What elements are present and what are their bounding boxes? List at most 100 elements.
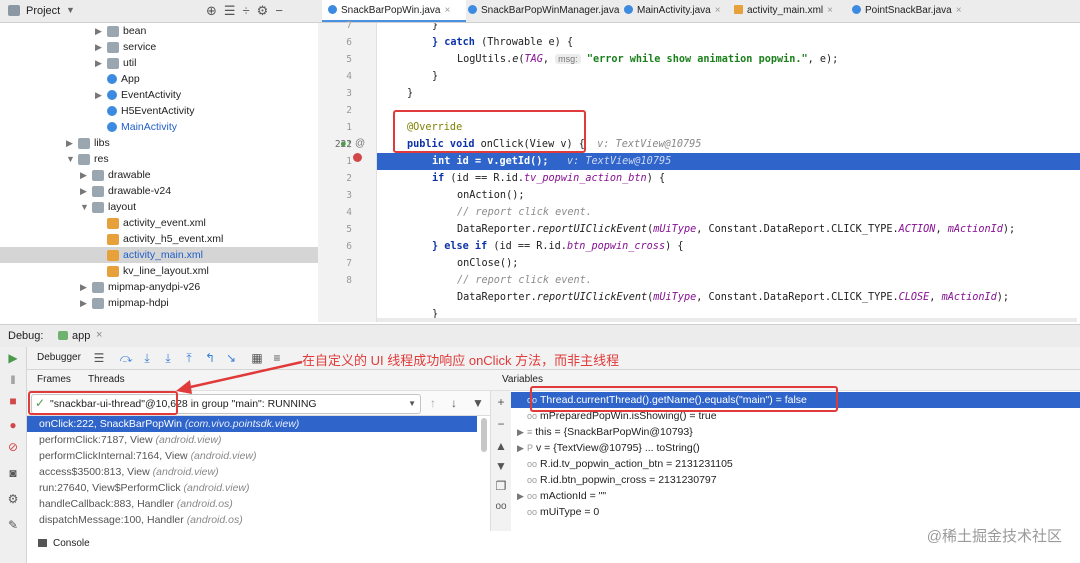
pin-icon[interactable]: ✎: [7, 519, 19, 531]
tree-item[interactable]: ▶ bean: [95, 23, 146, 39]
tree-item-label: activity_event.xml: [123, 217, 206, 229]
variable-row[interactable]: oo R.id.btn_popwin_cross = 2131230797: [511, 472, 1080, 488]
variable-text: mActionId = "": [540, 490, 607, 502]
project-panel-title[interactable]: Project: [26, 5, 60, 17]
debugger-tab[interactable]: Debugger: [37, 352, 81, 363]
move-up-icon[interactable]: ▲: [495, 439, 507, 453]
close-icon[interactable]: ×: [956, 5, 962, 16]
variable-row[interactable]: oo mUiType = 0: [511, 504, 1080, 520]
settings-icon[interactable]: ⚙: [7, 493, 19, 505]
console-tab[interactable]: Console: [53, 538, 90, 549]
close-icon[interactable]: ×: [96, 329, 102, 341]
annotation-note: 在自定义的 UI 线程成功响应 onClick 方法，而非主线程: [302, 353, 620, 368]
editor-tab[interactable]: MainActivity.java ×: [618, 0, 732, 22]
resume-icon[interactable]: ▶: [7, 352, 19, 364]
chevron-down-icon[interactable]: ▼: [80, 199, 92, 215]
tree-item-label: mipmap-anydpi-v26: [108, 281, 201, 293]
tree-item[interactable]: activity_main.xml: [0, 247, 318, 263]
tree-item[interactable]: MainActivity: [95, 119, 177, 135]
editor-tab[interactable]: PointSnackBar.java ×: [846, 0, 976, 22]
add-watch-icon[interactable]: +: [495, 395, 507, 409]
chevron-down-icon[interactable]: ▼: [408, 399, 416, 408]
menu-icon[interactable]: ☰: [92, 351, 106, 365]
variable-row[interactable]: ▶ Pv = {TextView@10795} ... toString(): [511, 440, 1080, 456]
chevron-right-icon[interactable]: ▶: [66, 135, 78, 151]
close-icon[interactable]: ×: [827, 5, 833, 16]
tree-item[interactable]: ▶ drawable: [80, 167, 151, 183]
tree-item[interactable]: App: [95, 71, 140, 87]
editor-tab-label: SnackBarPopWin.java: [341, 5, 441, 16]
stack-frame[interactable]: handleCallback:883, Handler (android.os): [27, 496, 477, 512]
stop-icon[interactable]: ■: [7, 395, 19, 407]
chevron-right-icon[interactable]: ▶: [95, 23, 107, 39]
tree-item[interactable]: ▶ mipmap-hdpi: [80, 295, 169, 311]
code-line: onAction();: [457, 190, 525, 201]
tree-item[interactable]: ▶ service: [95, 39, 156, 55]
tree-item[interactable]: H5EventActivity: [95, 103, 195, 119]
view-breakpoints-icon[interactable]: ●: [7, 419, 19, 431]
stack-frame[interactable]: access$3500:813, View (android.view): [27, 464, 477, 480]
chevron-right-icon[interactable]: ▶: [80, 167, 92, 183]
chevron-right-icon[interactable]: ▶: [80, 295, 92, 311]
stack-frame[interactable]: performClickInternal:7164, View (android…: [27, 448, 477, 464]
copy-icon[interactable]: ❐: [495, 479, 507, 493]
close-icon[interactable]: ×: [715, 5, 721, 16]
debug-config-tab[interactable]: app: [72, 330, 90, 342]
tree-item[interactable]: ▼ layout: [80, 199, 136, 215]
variable-row[interactable]: oo R.id.tv_popwin_action_btn = 2131231105: [511, 456, 1080, 472]
arrow-up-icon[interactable]: ↑: [430, 396, 436, 410]
stack-frame[interactable]: run:27640, View$PerformClick (android.vi…: [27, 480, 477, 496]
step-into-icon[interactable]: ⤓: [140, 351, 154, 365]
tree-item[interactable]: ▶ util: [95, 55, 136, 71]
editor-tab[interactable]: SnackBarPopWinManager.java×: [462, 0, 629, 22]
project-toolbar-icons[interactable]: ⊕☰÷⚙−: [206, 3, 290, 19]
chevron-right-icon[interactable]: ▶: [80, 279, 92, 295]
frames-scrollbar[interactable]: [481, 418, 487, 452]
code-line: // report click event.: [457, 207, 592, 218]
class-icon: [624, 5, 633, 14]
close-icon[interactable]: ×: [445, 5, 451, 16]
frames-tab[interactable]: Frames: [37, 374, 71, 385]
tree-item[interactable]: ▼ res: [66, 151, 109, 167]
step-over-icon[interactable]: ⤼: [119, 351, 133, 365]
chevron-right-icon[interactable]: ▶: [95, 55, 107, 71]
breakpoint-icon[interactable]: [353, 153, 362, 162]
watches-icon[interactable]: oo: [495, 501, 507, 512]
variable-row[interactable]: ▶ oo mActionId = "": [511, 488, 1080, 504]
stack-frame[interactable]: performClick:7187, View (android.view): [27, 432, 477, 448]
remove-watch-icon[interactable]: −: [495, 417, 507, 431]
chevron-right-icon[interactable]: ▶: [517, 440, 527, 456]
code-editor[interactable]: } } catch (Throwable e) { LogUtils.e(TAG…: [377, 23, 1080, 322]
editor-horizontal-scrollbar[interactable]: [377, 318, 1077, 322]
stack-frame[interactable]: dispatchMessage:100, Handler (android.os…: [27, 512, 477, 528]
code-line: if (id == R.id.tv_popwin_action_btn) {: [432, 173, 666, 184]
stack-frame-method: access$3500:813, View: [39, 466, 150, 478]
chevron-right-icon[interactable]: ▶: [517, 424, 527, 440]
chevron-right-icon[interactable]: ▶: [95, 39, 107, 55]
pause-icon[interactable]: ‖: [7, 374, 19, 386]
editor-tab[interactable]: activity_main.xml ×: [728, 0, 850, 22]
chevron-right-icon[interactable]: ▶: [80, 183, 92, 199]
threads-tab[interactable]: Threads: [88, 374, 125, 385]
variable-row[interactable]: ▶ ≡ this = {SnackBarPopWin@10793}: [511, 424, 1080, 440]
chevron-right-icon[interactable]: ▶: [95, 87, 107, 103]
tree-item[interactable]: ▶ mipmap-anydpi-v26: [80, 279, 200, 295]
filter-icon[interactable]: ▼: [472, 396, 484, 410]
camera-icon[interactable]: ◙: [7, 467, 19, 479]
move-down-icon[interactable]: ▼: [495, 459, 507, 473]
chevron-down-icon[interactable]: ▼: [66, 151, 78, 167]
chevron-right-icon[interactable]: ▶: [517, 488, 527, 504]
tree-item[interactable]: ▶ libs: [66, 135, 110, 151]
chevron-down-icon[interactable]: ▼: [66, 5, 75, 15]
tree-item[interactable]: kv_line_layout.xml: [95, 263, 209, 279]
mute-breakpoints-icon[interactable]: ⊘: [7, 441, 19, 453]
tree-item[interactable]: ▶ EventActivity: [95, 87, 181, 103]
class-icon: [852, 5, 861, 14]
tree-item[interactable]: activity_h5_event.xml: [95, 231, 223, 247]
tree-item[interactable]: activity_event.xml: [95, 215, 206, 231]
tree-item[interactable]: ▶ drawable-v24: [80, 183, 171, 199]
arrow-down-icon[interactable]: ↓: [451, 396, 457, 410]
watch-icon: oo: [527, 459, 538, 469]
override-gutter-icon[interactable]: ●↑: [340, 138, 352, 150]
stack-frame[interactable]: onClick:222, SnackBarPopWin (com.vivo.po…: [27, 416, 477, 432]
